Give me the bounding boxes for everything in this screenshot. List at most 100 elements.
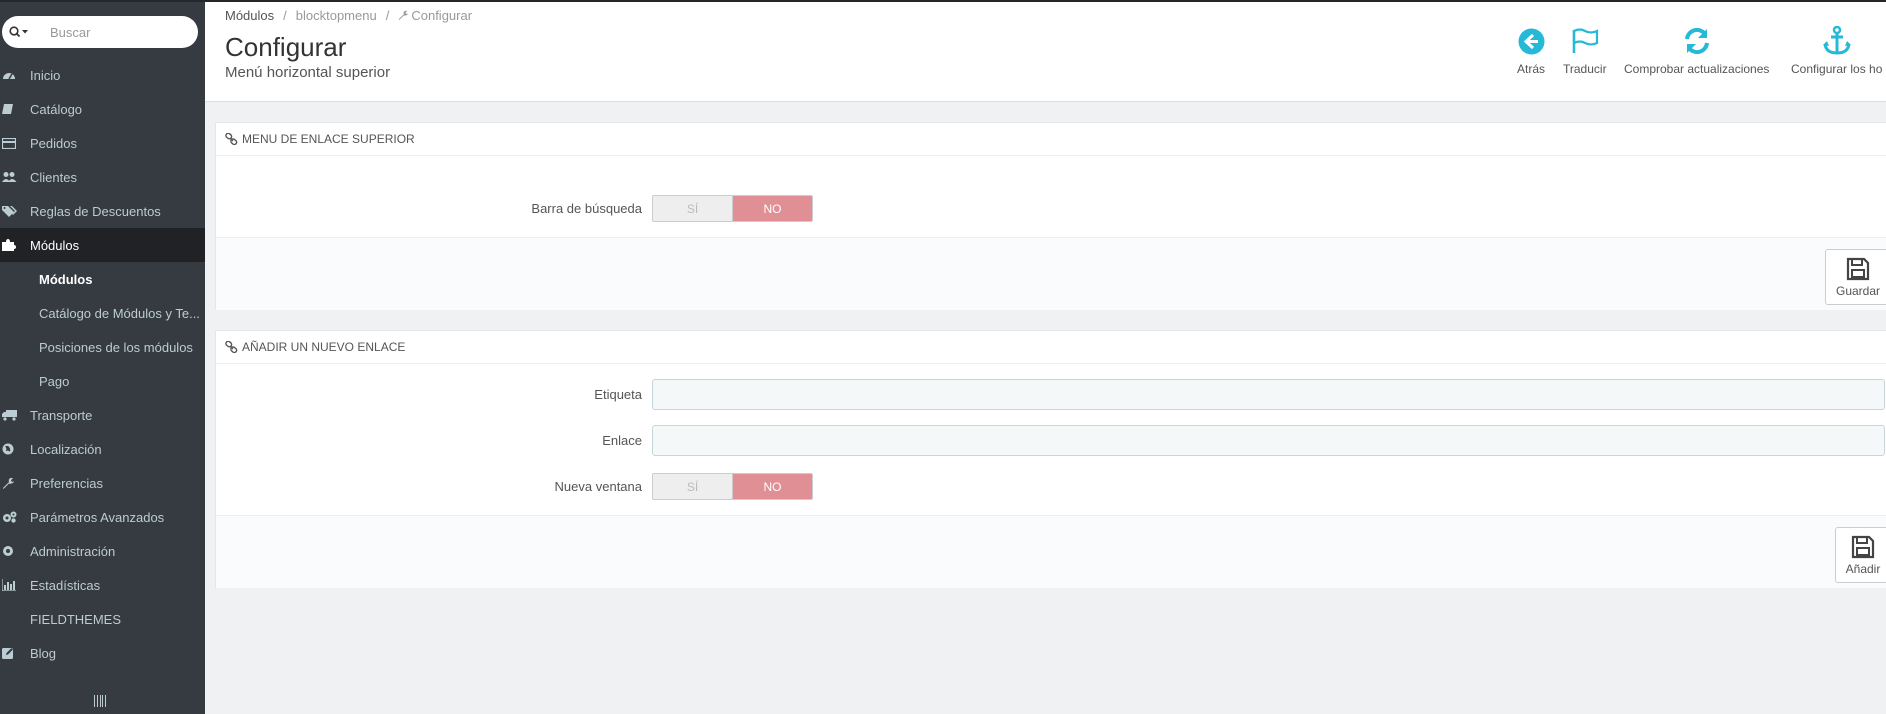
search-box[interactable] [2,16,198,48]
sidebar-item-label: Pedidos [30,135,77,151]
puzzle-icon [0,239,30,251]
save-button-label: Guardar [1835,283,1881,298]
new-window-switch[interactable]: SÍ NO [652,473,813,500]
wrench-icon [398,8,409,23]
label-input[interactable] [652,379,1885,410]
sidebar-item-pedidos[interactable]: Pedidos [0,126,205,160]
add-link-panel: AÑADIR UN NUEVO ENLACE Etiqueta Enlace N… [215,330,1886,588]
sidebar-item-label: FIELDTHEMES [30,611,122,627]
page-title: Configurar [225,32,347,62]
new-window-label: Nueva ventana [554,479,642,494]
toolbar-hooks-button[interactable]: Configurar los ho [1791,24,1882,76]
panel-title: AÑADIR UN NUEVO ENLACE [242,340,406,354]
submenu-item-posiciones[interactable]: Posiciones de los módulos [0,330,205,364]
breadcrumb-separator: / [385,8,390,23]
sidebar-item-localizacion[interactable]: Localización [0,432,205,466]
toolbar-back-label: Atrás [1517,62,1546,76]
toolbar-hooks-label: Configurar los ho [1791,62,1883,76]
cog-icon [0,545,30,557]
sidebar-item-label: Blog [30,645,57,661]
search-bar-switch[interactable]: SÍ NO [652,195,813,222]
breadcrumb-blocktopmenu[interactable]: blocktopmenu [296,8,377,23]
sidebar-item-label: Módulos [30,237,80,253]
breadcrumb-separator: / [283,8,287,23]
add-button[interactable]: Añadir [1835,527,1886,583]
breadcrumb: Módulos / blocktopmenu / Configurar [225,8,472,23]
link-field-label: Enlace [602,433,642,448]
label-field-label: Etiqueta [594,387,642,402]
bar-chart-icon [0,579,30,591]
add-button-label: Añadir [1845,561,1881,576]
sidebar-item-estadisticas[interactable]: Estadísticas [0,568,205,602]
submenu-item-modulos[interactable]: Módulos [0,262,205,296]
breadcrumb-current-label: Configurar [411,8,473,23]
globe-icon [0,443,30,455]
save-button[interactable]: Guardar [1825,249,1886,305]
page-header: Módulos / blocktopmenu / Configurar Conf… [205,2,1886,102]
sidebar-item-label: Preferencias [30,475,103,491]
sidebar-item-label: Clientes [30,169,77,185]
panel-heading: AÑADIR UN NUEVO ENLACE [216,331,1886,364]
toolbar-back-button[interactable]: Atrás [1517,24,1545,76]
toolbar-check-updates-label: Comprobar actualizaciones [1624,62,1770,76]
sidebar-item-blog[interactable]: Blog [0,636,205,670]
wrench-icon [0,477,30,489]
flag-icon [1571,24,1599,58]
panel-title: MENU DE ENLACE SUPERIOR [242,132,415,146]
sidebar-item-preferencias[interactable]: Preferencias [0,466,205,500]
sidebar-item-modulos[interactable]: Módulos [0,228,205,262]
sidebar-item-administracion[interactable]: Administración [0,534,205,568]
sidebar-item-label: Transporte [30,407,93,423]
toolbar-translate-label: Traducir [1563,62,1607,76]
sidebar-item-inicio[interactable]: Inicio [0,58,205,92]
save-icon [1851,535,1875,562]
panel-heading: MENU DE ENLACE SUPERIOR [216,123,1886,156]
sidebar-item-parametros-avanzados[interactable]: Parámetros Avanzados [0,500,205,534]
link-input[interactable] [652,425,1885,456]
link-icon [225,341,238,353]
edit-icon [0,647,30,659]
toolbar-translate-button[interactable]: Traducir [1563,24,1607,76]
sidebar: Inicio Catálogo Pedidos Clientes Reglas … [0,2,205,714]
sidebar-item-clientes[interactable]: Clientes [0,160,205,194]
sidebar-item-fieldthemes[interactable]: FIELDTHEMES [0,602,205,636]
sidebar-item-label: Parámetros Avanzados [30,509,165,525]
panel-footer: Añadir [216,515,1886,588]
sidebar-item-catalogo[interactable]: Catálogo [0,92,205,126]
tags-icon [0,205,30,217]
sidebar-item-label: Localización [30,441,102,457]
link-icon [225,133,238,145]
switch-yes[interactable]: SÍ [653,196,733,221]
users-icon [0,171,30,183]
submenu-item-catalogo-modulos[interactable]: Catálogo de Módulos y Te... [0,296,205,330]
sidebar-item-reglas-descuentos[interactable]: Reglas de Descuentos [0,194,205,228]
breadcrumb-modulos[interactable]: Módulos [225,8,274,23]
truck-icon [0,409,30,421]
anchor-icon [1822,24,1852,58]
switch-no[interactable]: NO [733,196,812,221]
toolbar-check-updates-button[interactable]: Comprobar actualizaciones [1624,24,1769,76]
sidebar-item-transporte[interactable]: Transporte [0,398,205,432]
search-icon[interactable] [2,16,36,48]
sidebar-item-label: Estadísticas [30,577,101,593]
panel-footer: Guardar [216,237,1886,310]
book-icon [0,103,30,115]
submenu-item-pago[interactable]: Pago [0,364,205,398]
search-input[interactable] [50,24,190,40]
switch-no[interactable]: NO [733,474,812,499]
sidebar-menu: Inicio Catálogo Pedidos Clientes Reglas … [0,58,205,670]
sidebar-item-label: Reglas de Descuentos [30,203,161,219]
switch-yes[interactable]: SÍ [653,474,733,499]
top-menu-panel: MENU DE ENLACE SUPERIOR Barra de búsqued… [215,122,1886,310]
sidebar-item-label: Administración [30,543,116,559]
sidebar-item-label: Inicio [30,67,61,83]
save-icon [1846,257,1870,284]
sidebar-collapse-handle[interactable] [94,695,106,707]
credit-card-icon [0,137,30,149]
refresh-icon [1683,24,1711,58]
dashboard-icon [0,69,30,81]
breadcrumb-current: Configurar [398,8,472,23]
page-subtitle: Menú horizontal superior [225,64,391,81]
back-arrow-icon [1518,24,1545,58]
sidebar-item-label: Catálogo [30,101,83,117]
